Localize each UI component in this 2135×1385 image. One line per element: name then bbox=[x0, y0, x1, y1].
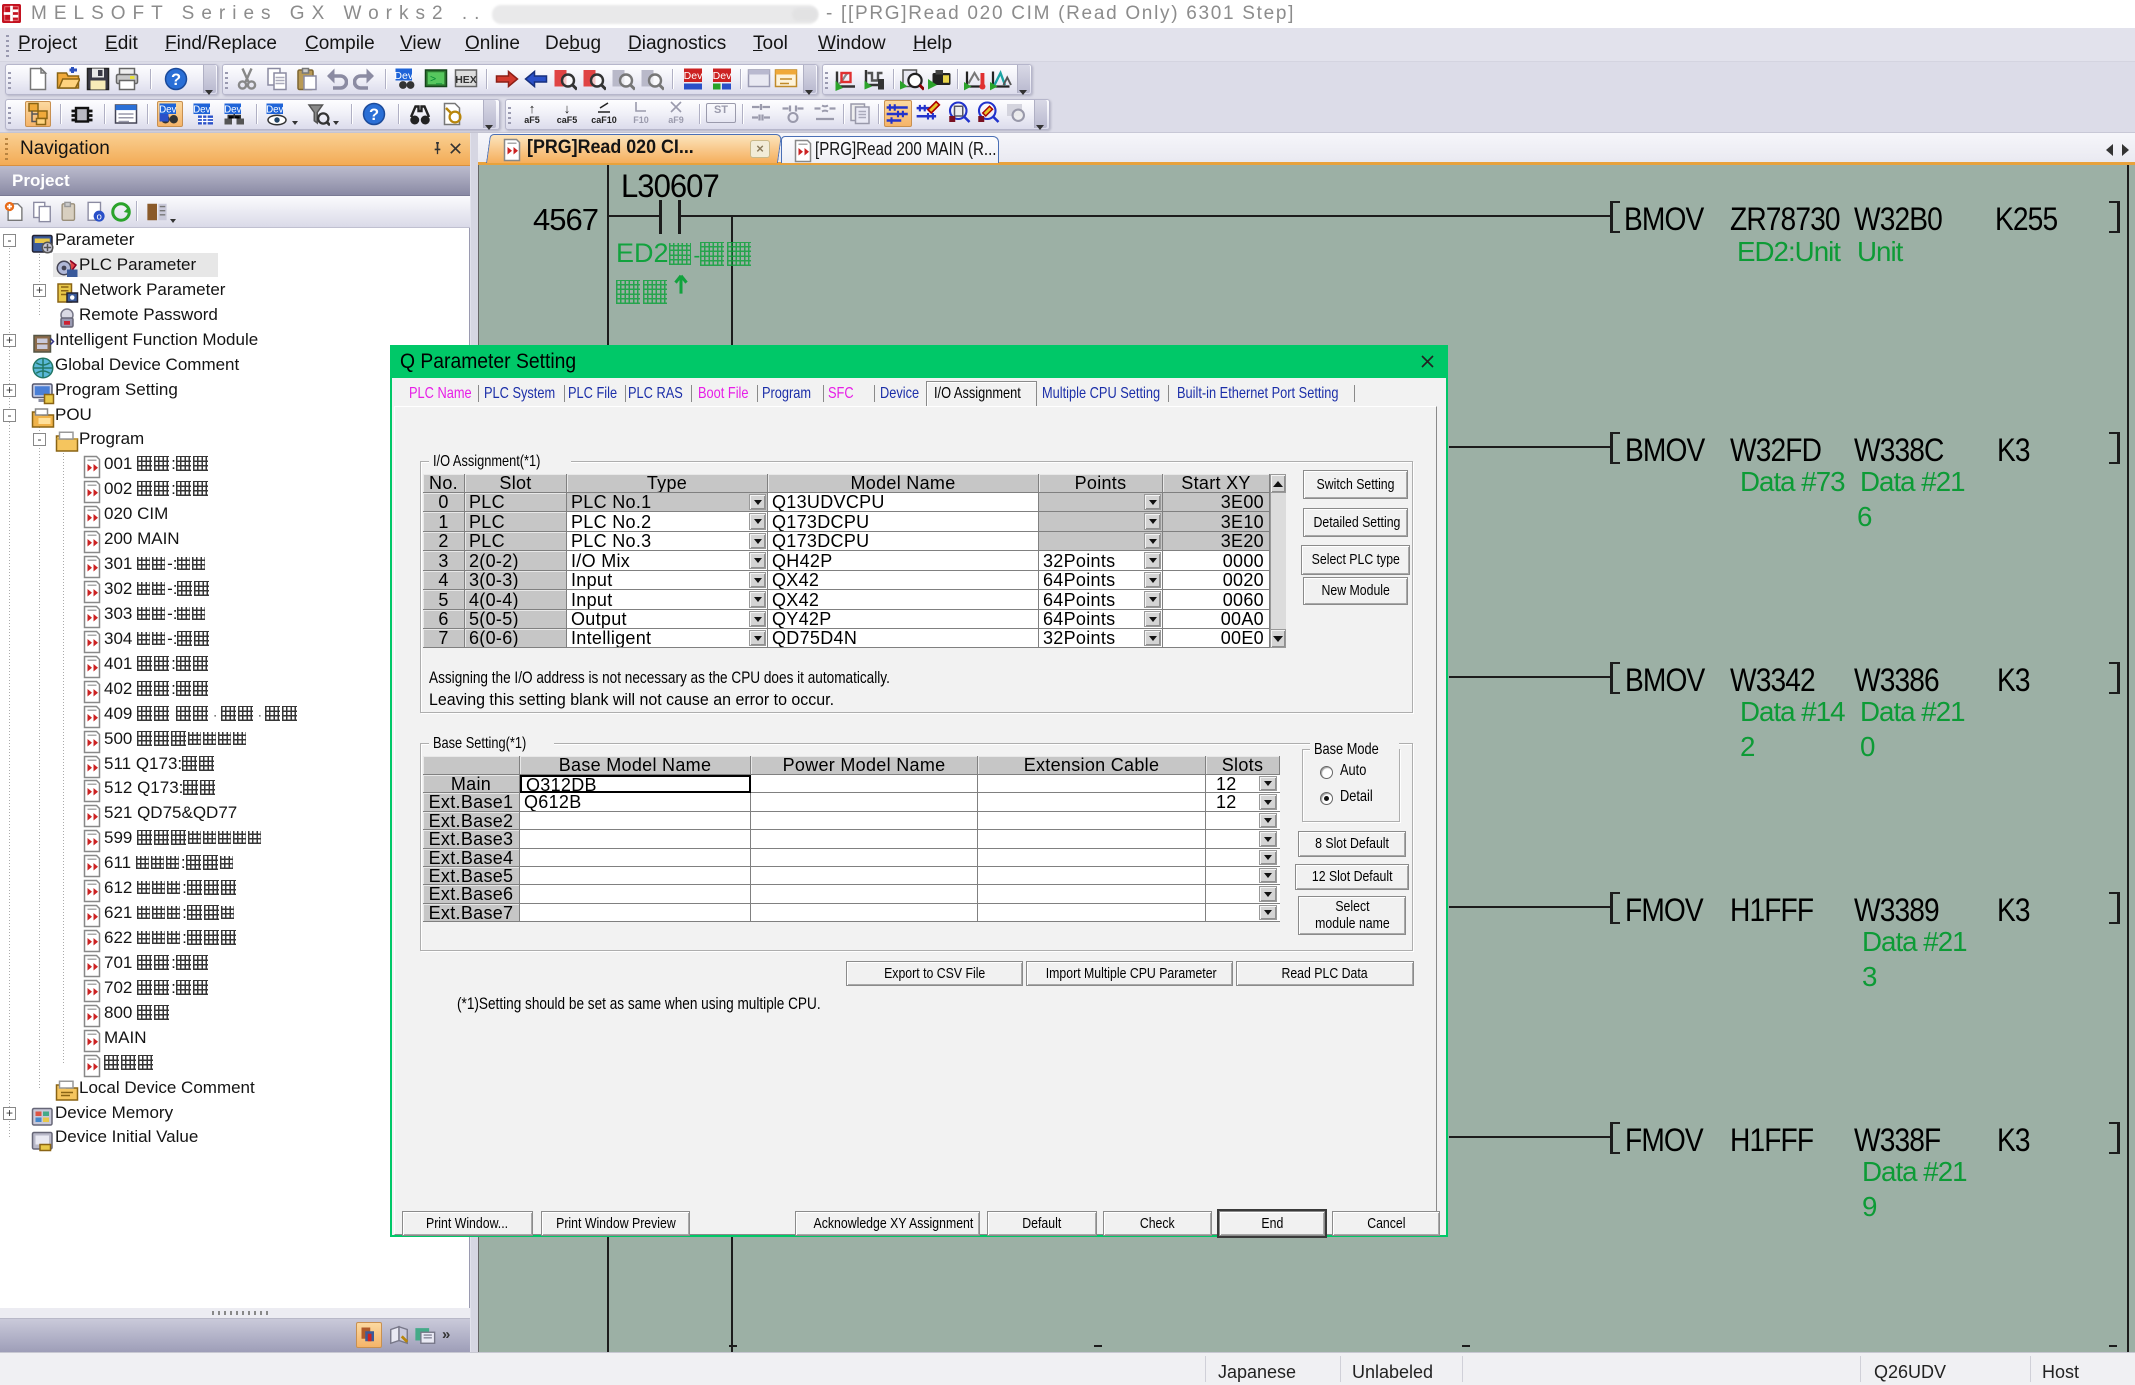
svg-text:Dev: Dev bbox=[266, 105, 283, 116]
svg-text:Dev: Dev bbox=[224, 105, 241, 116]
svg-text:Dev: Dev bbox=[193, 105, 210, 116]
svg-text:?: ? bbox=[369, 106, 379, 124]
svg-text:?: ? bbox=[171, 71, 181, 89]
svg-text:Dev: Dev bbox=[159, 105, 176, 116]
svg-text:o: o bbox=[96, 212, 101, 223]
svg-text:>_: >_ bbox=[430, 73, 442, 85]
svg-text:HEX: HEX bbox=[455, 74, 477, 86]
svg-text:Dev: Dev bbox=[394, 70, 413, 82]
svg-text:Dev: Dev bbox=[684, 70, 703, 82]
svg-text:Dev: Dev bbox=[713, 70, 732, 82]
